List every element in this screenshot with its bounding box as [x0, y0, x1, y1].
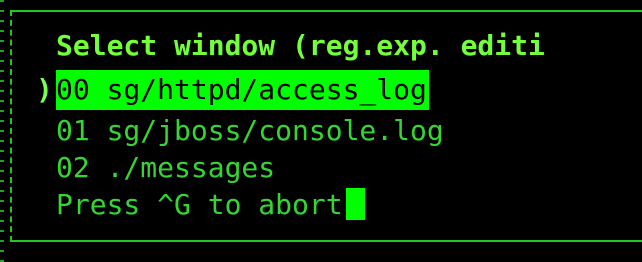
window-select-title: Select window (reg.exp. editi: [56, 29, 545, 62]
terminal-window: Select window (reg.exp. editi ) 00 sg/ht…: [0, 0, 642, 262]
left-border-ticks: [0, 0, 4, 262]
text-cursor: [345, 188, 365, 220]
selection-marker: ): [36, 73, 53, 106]
abort-prompt: Press ^G to abort: [56, 185, 365, 225]
abort-prompt-text: Press ^G to abort: [56, 188, 343, 221]
selected-window-item[interactable]: 00 sg/httpd/access_log: [56, 70, 429, 110]
window-item-jboss-console[interactable]: 01 sg/jboss/console.log: [56, 111, 444, 151]
window-item-messages[interactable]: 02 ./messages: [56, 148, 275, 188]
